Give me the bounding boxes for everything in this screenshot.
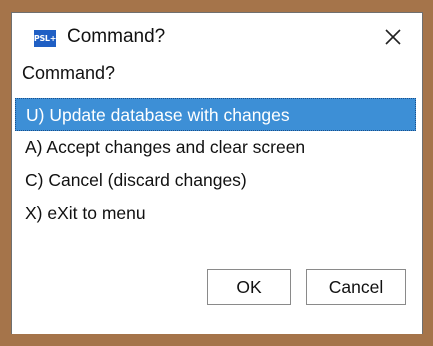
dialog-content: Command? U) Update database with changes… (12, 61, 422, 334)
close-button[interactable] (378, 22, 408, 52)
cancel-button[interactable]: Cancel (306, 269, 406, 305)
option-accept[interactable]: A) Accept changes and clear screen (15, 131, 416, 164)
ok-button[interactable]: OK (207, 269, 291, 305)
option-exit[interactable]: X) eXit to menu (15, 197, 416, 230)
app-logo-icon: PSL+ (34, 30, 56, 47)
prompt-label: Command? (22, 63, 116, 83)
option-cancel[interactable]: C) Cancel (discard changes) (15, 164, 416, 197)
command-options-list[interactable]: U) Update database with changes A) Accep… (12, 98, 422, 230)
command-dialog: PSL+ Command? Command? U) Update databas… (11, 12, 423, 334)
button-row: OK Cancel (12, 269, 422, 305)
window-title: Command? (67, 26, 166, 47)
option-update[interactable]: U) Update database with changes (15, 98, 416, 131)
title-bar[interactable]: PSL+ Command? (12, 13, 422, 61)
close-icon (385, 29, 401, 45)
